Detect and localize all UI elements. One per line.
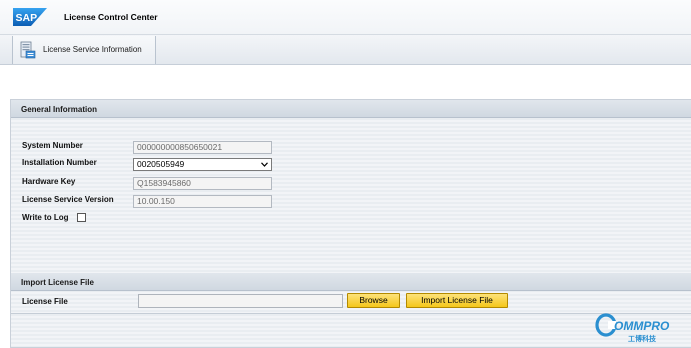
license-service-version-label: License Service Version [22,195,114,204]
tab-license-service-information[interactable]: License Service Information [12,36,156,64]
system-number-field[interactable]: 000000000850650021 [133,141,272,154]
general-information-header: General Information [11,100,691,118]
license-file-label: License File [22,297,68,306]
app-title: License Control Center [64,12,158,22]
toolbar: License Service Information [0,35,691,65]
svg-text:OMMPRO: OMMPRO [614,319,670,333]
svg-text:工博科技: 工博科技 [628,334,657,343]
app-header: SAP License Control Center [0,0,691,35]
hardware-key-label: Hardware Key [22,177,76,186]
browse-button[interactable]: Browse [347,293,400,308]
server-info-icon [20,41,36,59]
import-license-file-button[interactable]: Import License File [406,293,508,308]
sap-logo: SAP [13,8,47,26]
installation-number-label: Installation Number [22,158,97,167]
installation-number-select[interactable]: 0020505949 [133,158,272,171]
license-service-version-field[interactable]: 10.00.150 [133,195,272,208]
svg-text:SAP: SAP [16,12,38,24]
section-title: Import License File [21,278,94,287]
section-title: General Information [21,105,98,114]
installation-number-value: 0020505949 [137,159,185,169]
commpro-watermark-logo: OMMPRO 工博科技 [595,313,670,343]
import-license-file-header: Import License File [11,273,691,291]
chevron-down-icon [261,162,268,167]
license-file-input[interactable] [138,294,343,308]
license-panel: General Information System Number 000000… [10,99,691,348]
hardware-key-field[interactable]: Q1583945860 [133,177,272,190]
write-to-log-label: Write to Log [22,213,69,222]
divider [11,313,691,314]
system-number-label: System Number [22,141,83,150]
tab-label: License Service Information [43,45,142,54]
write-to-log-checkbox[interactable] [77,213,86,222]
